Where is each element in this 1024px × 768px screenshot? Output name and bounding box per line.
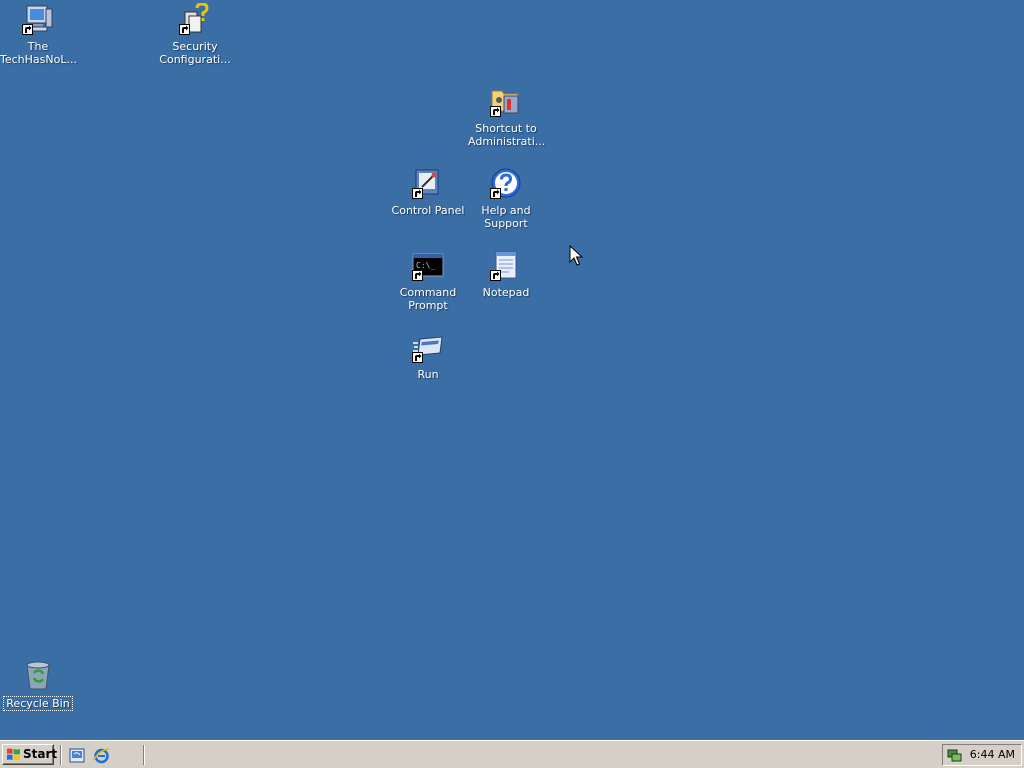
system-tray: 6:44 AM xyxy=(942,744,1022,766)
desktop-icon-label: Security xyxy=(172,40,218,53)
desktop-icon-label: The xyxy=(27,40,49,53)
desktop-icon-help-support[interactable]: Help and Support xyxy=(468,167,544,230)
shortcut-arrow-icon xyxy=(490,270,501,281)
desktop-icon-label: Command xyxy=(399,286,457,299)
shortcut-arrow-icon xyxy=(179,24,190,35)
desktop-icon-label: TechHasNoL... xyxy=(0,53,77,66)
desktop-icon-admin-tools[interactable]: Shortcut to Administrati... xyxy=(468,85,546,148)
svg-text:C:\_: C:\_ xyxy=(416,261,435,270)
desktop-icon-label: Run xyxy=(417,368,439,381)
internet-explorer-icon xyxy=(93,748,110,764)
desktop-icon-label: Control Panel xyxy=(391,204,465,217)
desktop-icon-my-computer[interactable]: The TechHasNoL... xyxy=(0,3,77,66)
shortcut-arrow-icon xyxy=(412,352,423,363)
windows-logo-icon xyxy=(7,748,20,761)
desktop-icon-run[interactable]: Run xyxy=(390,331,466,381)
network-icon[interactable] xyxy=(947,748,962,763)
desktop-icon-security-config[interactable]: Security Configurati... xyxy=(157,3,233,66)
desktop-icon-label: Shortcut to xyxy=(475,122,537,135)
mouse-pointer-icon xyxy=(569,245,583,266)
desktop-icon-label: Prompt xyxy=(408,299,448,312)
shortcut-arrow-icon xyxy=(490,188,501,199)
desktop-icon-control-panel[interactable]: Control Panel xyxy=(390,167,466,217)
desktop-icon-recycle-bin[interactable]: Recycle Bin xyxy=(0,659,76,711)
taskbar-separator xyxy=(143,745,145,765)
desktop-icon-label: Recycle Bin xyxy=(3,696,73,711)
start-button[interactable]: Start xyxy=(2,744,58,765)
desktop-icon-command-prompt[interactable]: C:\_ Command Prompt xyxy=(390,249,466,312)
desktop-icon-label: Administrati... xyxy=(468,135,546,148)
shortcut-arrow-icon xyxy=(22,24,33,35)
show-desktop-icon xyxy=(69,748,85,763)
taskbar: Start 6:44 AM xyxy=(0,740,1024,768)
shortcut-arrow-icon xyxy=(412,188,423,199)
shortcut-arrow-icon xyxy=(490,106,501,117)
quick-launch-internet-explorer[interactable] xyxy=(93,747,110,764)
shortcut-arrow-icon xyxy=(412,270,423,281)
desktop-icon-label: Support xyxy=(484,217,528,230)
clock[interactable]: 6:44 AM xyxy=(970,748,1015,762)
desktop-icon-label: Configurati... xyxy=(159,53,231,66)
desktop-icon-label: Help and xyxy=(481,204,531,217)
desktop-icon-label: Notepad xyxy=(482,286,530,299)
quick-launch-show-desktop[interactable] xyxy=(69,747,86,764)
recycle-bin-icon xyxy=(26,661,50,690)
desktop: The TechHasNoL... Security Configurati..… xyxy=(0,0,1024,740)
taskbar-separator xyxy=(60,745,62,765)
start-label: Start xyxy=(23,747,58,761)
desktop-icon-notepad[interactable]: Notepad xyxy=(468,249,544,299)
